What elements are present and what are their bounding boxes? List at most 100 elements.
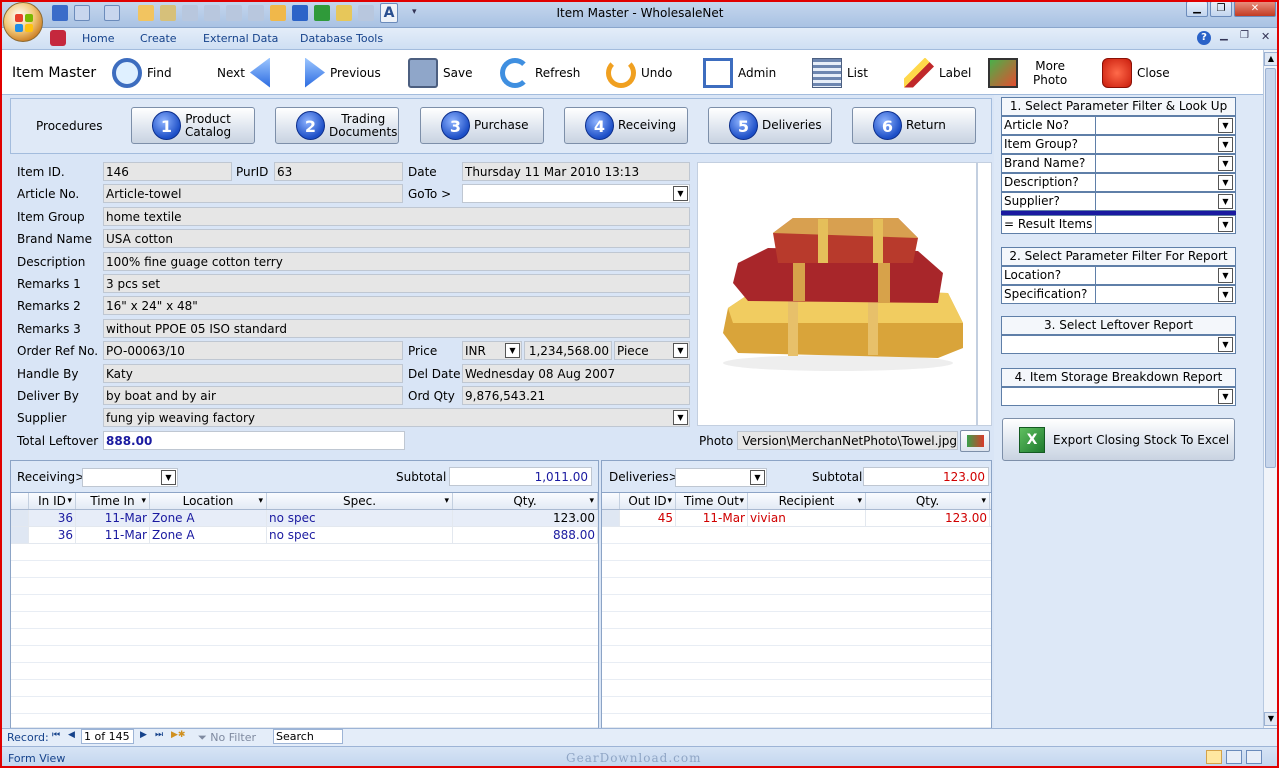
del-date-field[interactable]: Wednesday 08 Aug 2007 <box>462 364 690 383</box>
deliveries-button[interactable]: 5 Deliveries <box>708 107 832 144</box>
row-selector[interactable] <box>11 527 29 543</box>
goto-select[interactable] <box>462 184 690 203</box>
help-icon[interactable]: ? <box>1197 31 1211 45</box>
row-selector[interactable] <box>602 510 620 526</box>
deliveries-grid[interactable]: Out ID ▾ Time Out ▾ Recipient ▾ Qty. ▾ 45 11… <box>601 492 992 728</box>
storage-report-select[interactable] <box>1001 387 1236 406</box>
font-icon[interactable]: A <box>380 3 398 23</box>
item-id-field[interactable]: 146 <box>103 162 232 181</box>
result-items-dropdown-icon[interactable]: ▼ <box>1218 217 1233 232</box>
office-button[interactable] <box>3 2 43 42</box>
search-input[interactable]: Search <box>273 729 343 744</box>
tab-database-tools[interactable]: Database Tools <box>300 32 383 45</box>
col-in-id[interactable]: In ID ▾ <box>29 493 76 509</box>
new-record-icon[interactable]: ▶✱ <box>171 730 185 740</box>
replace-icon[interactable] <box>358 5 374 21</box>
deliver-by-field[interactable]: by boat and by air <box>103 386 403 405</box>
col-qty[interactable]: Qty. ▾ <box>453 493 598 509</box>
scroll-thumb[interactable] <box>1265 68 1276 468</box>
date-field[interactable]: Thursday 11 Mar 2010 13:13 <box>462 162 690 181</box>
unit-dropdown-icon[interactable]: ▼ <box>673 343 688 358</box>
purid-field[interactable]: 63 <box>274 162 403 181</box>
cell-time-in[interactable]: 11-Mar <box>76 510 150 526</box>
receiving-dropdown-icon[interactable]: ▼ <box>161 470 176 485</box>
product-catalog-button[interactable]: 1 Product Catalog <box>131 107 255 144</box>
tab-external-data[interactable]: External Data <box>203 32 278 45</box>
scroll-up-icon[interactable]: ▲ <box>1264 52 1278 66</box>
article-field[interactable]: Article-towel <box>103 184 403 203</box>
close-window-icon[interactable]: ✕ <box>1234 1 1276 17</box>
doc-restore-icon[interactable]: ❐ <box>1240 30 1249 41</box>
label-button[interactable]: Label <box>904 50 971 95</box>
cell-spec[interactable]: no spec <box>267 527 453 543</box>
sort-icon[interactable] <box>204 5 220 21</box>
browse-photo-button[interactable] <box>960 430 990 452</box>
next-button[interactable]: Next <box>217 50 270 95</box>
cell-qty[interactable]: 888.00 <box>453 527 598 543</box>
filter-spec-select[interactable] <box>1095 285 1236 304</box>
deliveries-dropdown-icon[interactable]: ▼ <box>750 470 765 485</box>
return-button[interactable]: 6 Return <box>852 107 976 144</box>
cell-location[interactable]: Zone A <box>150 527 267 543</box>
filter-location-select[interactable] <box>1095 266 1236 285</box>
item-group-field[interactable]: home textile <box>103 207 690 226</box>
maximize-icon[interactable]: ❐ <box>1210 1 1232 17</box>
open-icon[interactable] <box>138 5 154 21</box>
prev-record-icon[interactable]: ◀ <box>68 730 75 740</box>
last-record-icon[interactable]: ⏭ <box>155 730 163 740</box>
record-position-input[interactable]: 1 of 145 <box>81 729 134 744</box>
doc-close-icon[interactable]: ✕ <box>1261 30 1270 43</box>
sort-dropdown-icon[interactable]: ▾ <box>857 493 862 509</box>
customize-icon[interactable]: ▾ <box>412 7 417 17</box>
remarks1-field[interactable]: 3 pcs set <box>103 274 690 293</box>
receiving-grid[interactable]: In ID ▾ Time In ▾ Location ▾ Spec. ▾ Qty. ▾ 3… <box>10 492 599 728</box>
minimize-icon[interactable]: ▁ <box>1186 1 1208 17</box>
remarks3-field[interactable]: without PPOE 05 ISO standard <box>103 319 690 338</box>
close-button[interactable]: Close <box>1102 50 1170 95</box>
filter-supplier-select[interactable] <box>1095 192 1236 211</box>
filter-brand-dropdown-icon[interactable]: ▼ <box>1218 156 1233 171</box>
cell-in-id[interactable]: 36 <box>29 510 76 526</box>
order-ref-field[interactable]: PO-00063/10 <box>103 341 403 360</box>
admin-button[interactable]: Admin <box>703 50 776 95</box>
cell-in-id[interactable]: 36 <box>29 527 76 543</box>
leftover-report-dropdown-icon[interactable]: ▼ <box>1218 337 1233 352</box>
spell-icon[interactable] <box>160 5 176 21</box>
filter-description-select[interactable] <box>1095 173 1236 192</box>
table-row[interactable]: 45 11-Mar vivian 123.00 <box>602 510 991 527</box>
filter-spec-dropdown-icon[interactable]: ▼ <box>1218 287 1233 302</box>
brand-field[interactable]: USA cotton <box>103 229 690 248</box>
sort-dropdown-icon[interactable]: ▾ <box>739 493 744 509</box>
ord-qty-field[interactable]: 9,876,543.21 <box>462 386 690 405</box>
cell-location[interactable]: Zone A <box>150 510 267 526</box>
paste-icon[interactable] <box>270 5 286 21</box>
filter-article-select[interactable] <box>1095 116 1236 135</box>
more-photo-button[interactable]: More Photo <box>988 50 1067 95</box>
refresh-button[interactable]: Refresh <box>500 50 580 95</box>
row-selector[interactable] <box>11 510 29 526</box>
format-icon[interactable] <box>182 5 198 21</box>
filter-description-dropdown-icon[interactable]: ▼ <box>1218 175 1233 190</box>
remarks2-field[interactable]: 16" x 24" x 48" <box>103 296 690 315</box>
find-button[interactable]: Find <box>112 50 172 95</box>
undo-icon[interactable] <box>74 5 90 21</box>
cell-time-out[interactable]: 11-Mar <box>676 510 748 526</box>
sort-dropdown-icon[interactable]: ▾ <box>589 493 594 509</box>
cell-spec[interactable]: no spec <box>267 510 453 526</box>
export-excel-button[interactable]: X Export Closing Stock To Excel <box>1002 418 1235 461</box>
col-location[interactable]: Location ▾ <box>150 493 267 509</box>
filter-group-select[interactable] <box>1095 135 1236 154</box>
filter-group-dropdown-icon[interactable]: ▼ <box>1218 137 1233 152</box>
cell-qty[interactable]: 123.00 <box>453 510 598 526</box>
col-out-qty[interactable]: Qty. ▾ <box>866 493 990 509</box>
trading-documents-button[interactable]: 2 Trading Documents <box>275 107 399 144</box>
cell-out-qty[interactable]: 123.00 <box>866 510 990 526</box>
sort-dropdown-icon[interactable]: ▾ <box>981 493 986 509</box>
table-row[interactable]: 36 11-Mar Zone A no spec 888.00 <box>11 527 598 544</box>
cut-icon[interactable] <box>226 5 242 21</box>
previous-button[interactable]: Previous <box>305 50 381 95</box>
filter-brand-select[interactable] <box>1095 154 1236 173</box>
sort-dropdown-icon[interactable]: ▾ <box>667 493 672 509</box>
cell-recipient[interactable]: vivian <box>748 510 866 526</box>
tab-home[interactable]: Home <box>82 32 114 45</box>
